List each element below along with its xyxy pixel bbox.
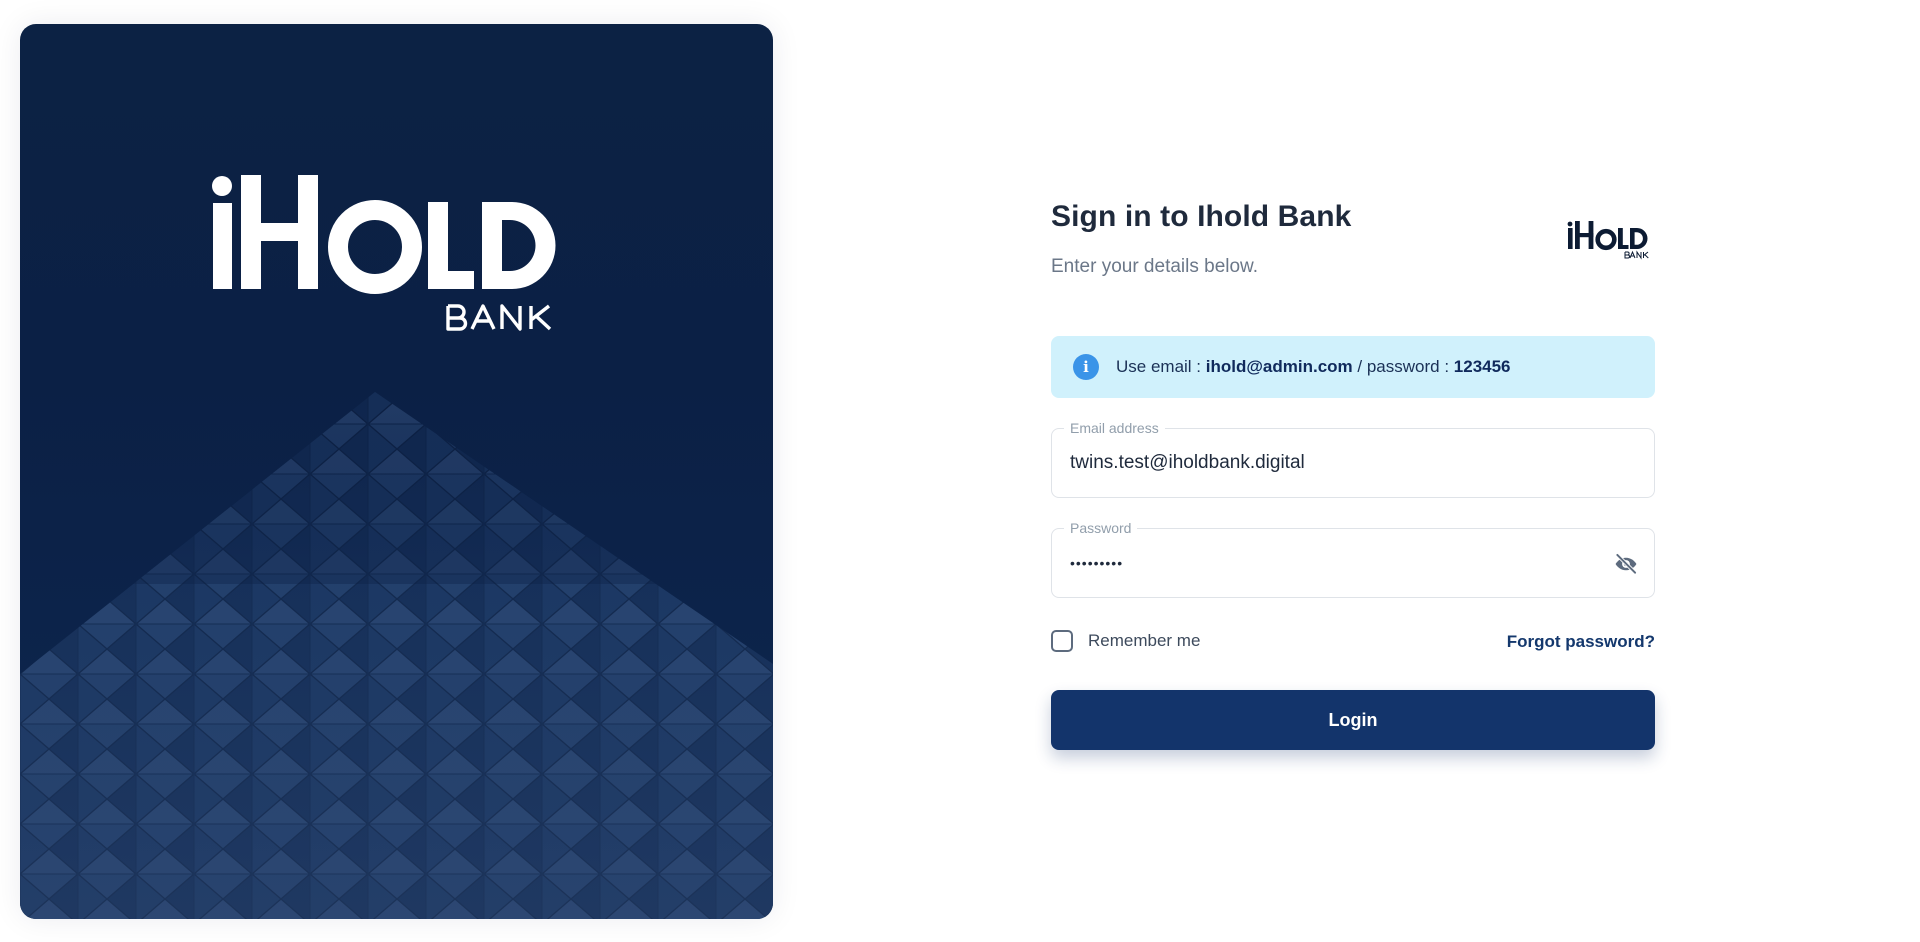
alert-prefix: Use email : (1116, 357, 1206, 376)
password-input[interactable] (1070, 529, 1610, 597)
alert-email: ihold@admin.com (1205, 357, 1353, 376)
remember-row: Remember me Forgot password? (1051, 630, 1655, 656)
hero-background-pattern (20, 392, 773, 919)
page-subtitle: Enter your details below. (1051, 256, 1259, 277)
forgot-password-link[interactable]: Forgot password? (1507, 632, 1655, 652)
email-field: Email address (1051, 420, 1655, 498)
form-header: Sign in to Ihold Bank Enter your details… (1051, 196, 1655, 277)
alert-separator: / password : (1352, 357, 1454, 376)
info-icon: i (1073, 354, 1099, 380)
alert-password: 123456 (1453, 357, 1511, 376)
login-button[interactable]: Login (1051, 690, 1655, 750)
ihold-bank-logo (212, 175, 556, 331)
email-input[interactable] (1070, 429, 1610, 497)
checkbox-box[interactable] (1051, 630, 1073, 652)
page-title: Sign in to Ihold Bank (1051, 200, 1352, 233)
password-field: Password (1051, 520, 1655, 598)
demo-credentials-alert: i Use email : ihold@admin.com / password… (1051, 336, 1655, 398)
remember-me-label: Remember me (1088, 631, 1201, 650)
eye-off-icon[interactable] (1612, 550, 1640, 578)
sign-in-form: Sign in to Ihold Bank Enter your details… (1051, 196, 1655, 750)
remember-me-checkbox[interactable]: Remember me (1051, 630, 1200, 652)
hero-panel (20, 24, 773, 919)
ihold-bank-small-logo (1567, 221, 1649, 260)
